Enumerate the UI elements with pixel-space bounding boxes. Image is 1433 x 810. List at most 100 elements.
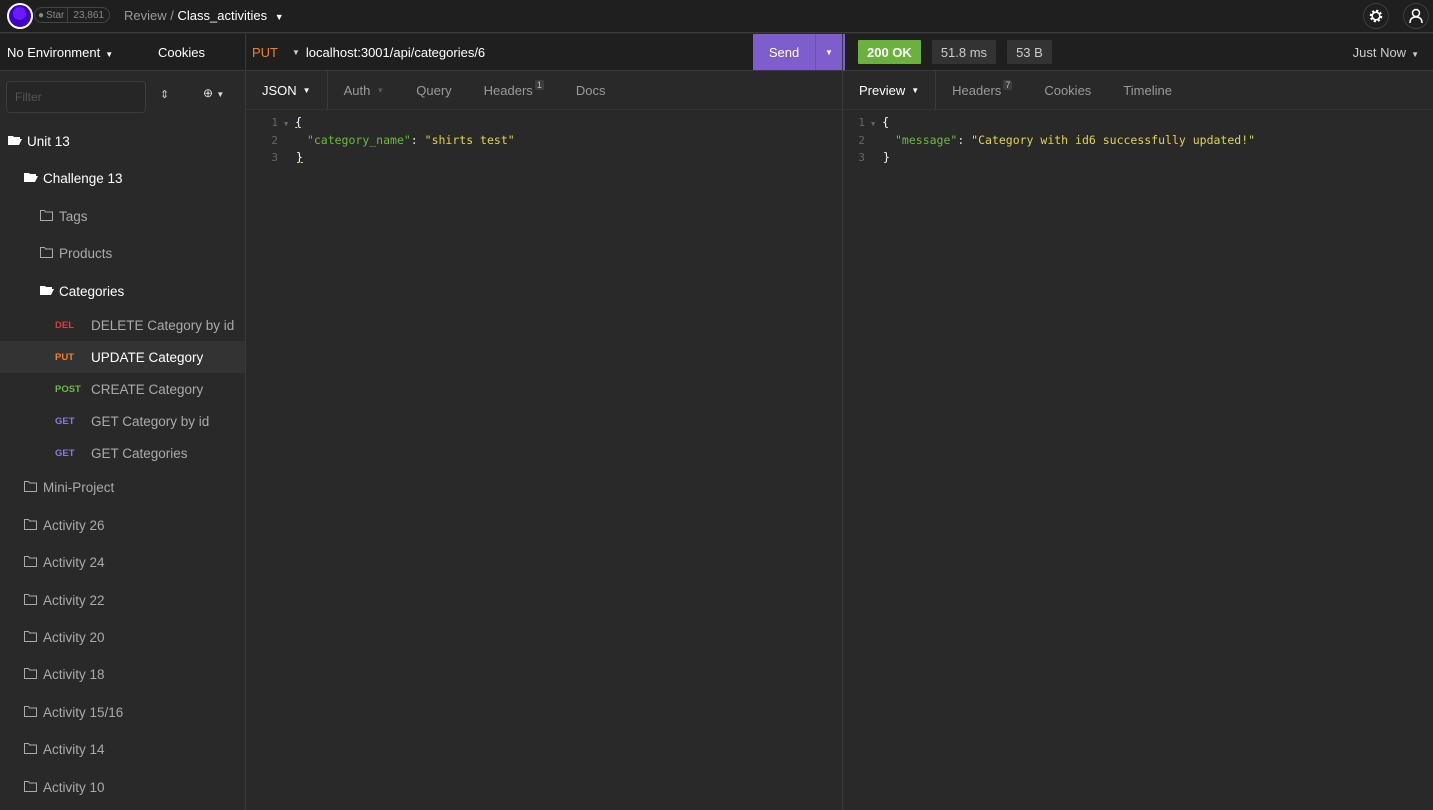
method-badge: PUT [55,351,74,363]
folder-icon [24,480,38,495]
history-dropdown[interactable]: Just Now ▼ [1353,45,1419,60]
response-tabs: Preview ▼ Headers 7 Cookies Timeline [843,71,1433,110]
request-item[interactable]: GET GET Categories [0,437,245,469]
method-badge: DEL [55,319,74,331]
send-button[interactable]: Send [753,45,815,60]
chevron-down-icon: ▼ [376,85,385,95]
tab-docs[interactable]: Docs [560,71,622,109]
code-line: 1 ▼ { [843,114,1255,132]
line-number: 3 [271,151,278,164]
tab-label: Auth [343,82,371,98]
line-number: 1 [271,116,278,129]
chevron-down-icon: ▼ [825,47,833,57]
filter-input[interactable] [6,81,146,113]
json-key: "category_name" [306,133,411,147]
account-button[interactable] [1403,3,1429,29]
fold-icon[interactable]: ▼ [284,120,288,128]
folder-item[interactable]: Activity 24 [0,551,245,573]
add-button[interactable]: ⊕ ▼ [203,86,224,100]
folder-icon [24,705,38,720]
environment-selector[interactable]: No Environment ▼ [0,45,158,60]
request-label: DELETE Category by id [91,317,235,333]
folder-unit-13[interactable]: Unit 13 [0,130,245,152]
folder-label: Activity 26 [43,517,105,533]
line-number: 2 [271,134,278,147]
folder-item[interactable]: Activity 20 [0,626,245,648]
breadcrumb-current[interactable]: Class_activities [178,8,268,23]
request-label: UPDATE Category [91,349,204,365]
breadcrumb-parent[interactable]: Review [124,8,167,23]
status-badge: 200 OK [858,40,921,64]
settings-button[interactable] [1363,3,1389,29]
environment-row: No Environment ▼ Cookies [0,34,245,71]
fold-icon[interactable]: ▼ [871,120,875,128]
chevron-down-icon: ▼ [1411,50,1419,59]
folder-challenge-13[interactable]: Challenge 13 [0,167,245,189]
request-label: GET Categories [91,445,188,461]
request-item[interactable]: DEL DELETE Category by id [0,309,245,341]
cookies-button[interactable]: Cookies [158,45,205,60]
folder-icon [24,630,38,645]
chevron-down-icon[interactable]: ▼ [292,48,300,57]
url-input[interactable]: localhost:3001/api/categories/6 [306,45,485,60]
tab-timeline[interactable]: Timeline [1107,71,1188,109]
json-key: "message" [895,133,958,147]
folder-item[interactable]: Activity 18 [0,663,245,685]
folder-item[interactable]: Activity 22 [0,589,245,611]
send-options-button[interactable]: ▼ [815,34,842,70]
folder-item[interactable]: Mini-Project [0,476,245,498]
breadcrumb-separator: / [170,8,174,23]
line-number: 3 [858,151,865,164]
tab-json[interactable]: JSON ▼ [246,71,328,109]
sort-icon[interactable]: ⇕ [160,88,169,101]
response-time: 51.8 ms [931,40,997,64]
folder-icon [24,518,38,533]
request-label: GET Category by id [91,413,210,429]
tab-query[interactable]: Query [400,71,467,109]
request-body-editor[interactable]: 1 ▼ { 2 "category_name": "shirts test" 3} [256,114,515,166]
json-value: "shirts test" [424,133,515,147]
code-line: 2 "message": "Category with id6 successfu… [843,132,1255,149]
tab-auth[interactable]: Auth ▼ [328,71,401,109]
folder-item[interactable]: Activity 15/16 [0,701,245,723]
tab-preview[interactable]: Preview ▼ [843,71,937,109]
folder-categories[interactable]: Categories [0,280,245,302]
environment-label: No Environment [7,44,101,60]
tab-cookies[interactable]: Cookies [1028,71,1107,109]
folder-item[interactable]: Activity 10 [0,776,245,798]
folder-open-icon [24,171,38,186]
request-item[interactable]: POST CREATE Category [0,373,245,405]
folder-products[interactable]: Products [0,242,245,264]
breadcrumb: Review / Class_activities ▼ [124,8,284,23]
folder-label: Activity 20 [43,629,105,645]
github-star-button[interactable]: ● Star 23,861 [34,7,110,23]
json-colon: : [410,133,425,147]
request-item-active[interactable]: PUT UPDATE Category [0,341,245,373]
response-size: 53 B [1007,40,1052,64]
brace: { [295,115,303,129]
folder-icon [24,667,38,682]
user-icon [1409,8,1423,24]
folder-icon [40,209,54,224]
method-selector[interactable]: PUT [252,45,292,60]
tab-response-headers[interactable]: Headers 7 [936,71,1028,109]
folder-icon [24,555,38,570]
tab-headers[interactable]: Headers 1 [468,71,560,109]
sidebar: No Environment ▼ Cookies ⇕ ⊕ ▼ Unit 13 Ch… [0,34,246,810]
folder-item[interactable]: Activity 14 [0,738,245,760]
folder-item[interactable]: Activity 26 [0,514,245,536]
gear-icon [1369,9,1383,23]
chevron-down-icon[interactable]: ▼ [275,12,284,22]
json-value: "Category with id6 successfully updated!… [971,133,1256,147]
chevron-down-icon: ▼ [302,85,311,95]
request-tabs: JSON ▼ Auth ▼ Query Headers 1 Docs [246,71,842,110]
response-body-viewer[interactable]: 1 ▼ { 2 "message": "Category with id6 succ… [843,114,1255,166]
folder-label: Activity 15/16 [43,704,124,720]
folder-tags[interactable]: Tags [0,205,245,227]
request-item[interactable]: GET GET Category by id [0,405,245,437]
app-logo[interactable] [7,3,33,29]
tab-label: Timeline [1123,82,1172,98]
url-bar: PUT ▼ localhost:3001/api/categories/6 Se… [246,34,842,71]
folder-label: Activity 10 [43,779,105,795]
tab-label: Preview [859,82,906,98]
